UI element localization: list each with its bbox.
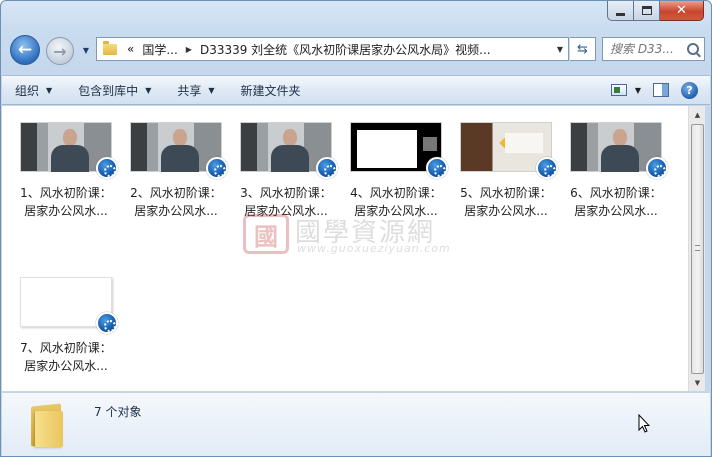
refresh-button[interactable]: ⇆	[570, 37, 596, 61]
view-dropdown-icon[interactable]: ▼	[635, 86, 641, 95]
file-name-line1: 6、风水初阶课：	[570, 186, 662, 200]
video-badge-icon	[96, 157, 118, 179]
back-button[interactable]: ←	[10, 35, 40, 65]
help-icon[interactable]: ?	[681, 81, 698, 99]
breadcrumb-current[interactable]: D33339 刘全统《风水初阶课居家办公风水局》视频...	[196, 41, 495, 58]
video-thumbnail[interactable]	[130, 122, 228, 179]
scrollbar-thumb[interactable]	[691, 124, 704, 374]
file-item[interactable]: 3、风水初阶课： 居家办公风水...	[234, 122, 338, 220]
video-thumbnail[interactable]	[350, 122, 448, 179]
file-name-line2: 居家办公风水...	[354, 204, 438, 218]
file-name-line2: 居家办公风水...	[134, 204, 218, 218]
file-name[interactable]: 6、风水初阶课： 居家办公风水...	[564, 184, 668, 220]
minimize-button[interactable]	[607, 1, 634, 21]
address-dropdown-icon[interactable]: ▼	[552, 45, 568, 54]
file-name-line2: 居家办公风水...	[574, 204, 658, 218]
recent-pages-dropdown[interactable]: ▼	[81, 45, 91, 55]
video-badge-icon	[96, 312, 118, 334]
forward-arrow-icon: →	[53, 41, 67, 61]
scroll-up-icon[interactable]: ▲	[689, 106, 706, 123]
file-name-line1: 4、风水初阶课：	[350, 186, 442, 200]
chevron-down-icon: ▼	[46, 85, 53, 95]
include-in-library-button[interactable]: 包含到库中 ▼	[65, 76, 164, 104]
file-item[interactable]: 6、风水初阶课： 居家办公风水...	[564, 122, 668, 220]
chevron-down-icon: ▼	[145, 85, 152, 95]
close-button[interactable]: ✕	[660, 1, 704, 21]
search-input[interactable]	[603, 42, 685, 56]
search-icon[interactable]	[687, 43, 699, 55]
preview-pane-icon[interactable]	[653, 83, 669, 97]
explorer-window: ✕ ← → ▼ « 国学... ▶ D33339 刘全统《风水初阶课居家办公风水…	[0, 0, 712, 457]
video-thumbnail[interactable]	[460, 122, 558, 179]
chevron-right-icon[interactable]: ▶	[182, 45, 196, 54]
chevron-down-icon: ▼	[82, 45, 90, 55]
folder-icon	[29, 401, 63, 447]
file-name-line2: 居家办公风水...	[24, 359, 108, 373]
file-item[interactable]: 7、风水初阶课： 居家办公风水...	[14, 277, 118, 375]
file-item[interactable]: 2、风水初阶课： 居家办公风水...	[124, 122, 228, 220]
file-name-line1: 5、风水初阶课：	[460, 186, 552, 200]
organize-button[interactable]: 组织 ▼	[2, 76, 65, 104]
address-overflow[interactable]: «	[123, 42, 138, 56]
maximize-icon	[641, 6, 652, 15]
share-button[interactable]: 共享 ▼	[164, 76, 227, 104]
file-name-line2: 居家办公风水...	[24, 204, 108, 218]
file-item[interactable]: 1、风水初阶课： 居家办公风水...	[14, 122, 118, 220]
forward-button[interactable]: →	[46, 37, 74, 65]
file-name-line1: 3、风水初阶课：	[240, 186, 332, 200]
object-count: 7 个对象	[94, 405, 142, 419]
file-item[interactable]: 4、风水初阶课： 居家办公风水...	[344, 122, 448, 220]
folder-icon	[103, 40, 117, 55]
new-folder-button[interactable]: 新建文件夹	[228, 76, 314, 104]
file-name[interactable]: 4、风水初阶课： 居家办公风水...	[344, 184, 448, 220]
address-bar[interactable]: « 国学... ▶ D33339 刘全统《风水初阶课居家办公风水局》视频... …	[96, 37, 569, 61]
organize-label: 组织	[15, 83, 40, 98]
file-item[interactable]: 5、风水初阶课： 居家办公风水...	[454, 122, 558, 220]
minimize-icon	[616, 12, 625, 16]
refresh-icon: ⇆	[577, 41, 588, 57]
command-bar: 组织 ▼ 包含到库中 ▼ 共享 ▼ 新建文件夹 ▼ ?	[2, 75, 710, 105]
file-name-line1: 7、风水初阶课：	[20, 341, 112, 355]
new-folder-label: 新建文件夹	[240, 83, 301, 98]
video-badge-icon	[536, 157, 558, 179]
file-name-line1: 1、风水初阶课：	[20, 186, 112, 200]
scroll-down-icon[interactable]: ▼	[689, 374, 706, 391]
share-label: 共享	[177, 83, 202, 98]
video-badge-icon	[316, 157, 338, 179]
video-thumbnail[interactable]	[20, 122, 118, 179]
maximize-button[interactable]	[634, 1, 660, 21]
file-list[interactable]: 1、风水初阶课： 居家办公风水... 2、风水初阶课： 居家办公风水... 3、风水初阶…	[2, 106, 688, 391]
vertical-scrollbar[interactable]: ▲ ▼	[688, 106, 705, 391]
file-name[interactable]: 1、风水初阶课： 居家办公风水...	[14, 184, 118, 220]
chevron-down-icon: ▼	[208, 85, 215, 95]
file-name-line1: 2、风水初阶课：	[130, 186, 222, 200]
file-name[interactable]: 7、风水初阶课： 居家办公风水...	[14, 339, 118, 375]
file-name[interactable]: 2、风水初阶课： 居家办公风水...	[124, 184, 228, 220]
file-name[interactable]: 5、风水初阶课： 居家办公风水...	[454, 184, 558, 220]
video-thumbnail[interactable]	[570, 122, 668, 179]
grip-icon	[695, 245, 700, 251]
video-badge-icon	[646, 157, 668, 179]
back-arrow-icon: ←	[17, 40, 33, 60]
file-name[interactable]: 3、风水初阶课： 居家办公风水...	[234, 184, 338, 220]
close-icon: ✕	[676, 3, 687, 18]
video-badge-icon	[426, 157, 448, 179]
details-pane: 7 个对象	[2, 392, 710, 456]
video-badge-icon	[206, 157, 228, 179]
file-name-line2: 居家办公风水...	[244, 204, 328, 218]
change-view-icon[interactable]	[610, 84, 627, 96]
video-thumbnail[interactable]	[20, 277, 118, 334]
breadcrumb-root[interactable]: 国学...	[138, 41, 181, 58]
video-thumbnail[interactable]	[240, 122, 338, 179]
file-name-line2: 居家办公风水...	[464, 204, 548, 218]
caption-buttons: ✕	[607, 1, 704, 21]
include-library-label: 包含到库中	[78, 83, 139, 98]
search-box[interactable]	[602, 37, 705, 61]
